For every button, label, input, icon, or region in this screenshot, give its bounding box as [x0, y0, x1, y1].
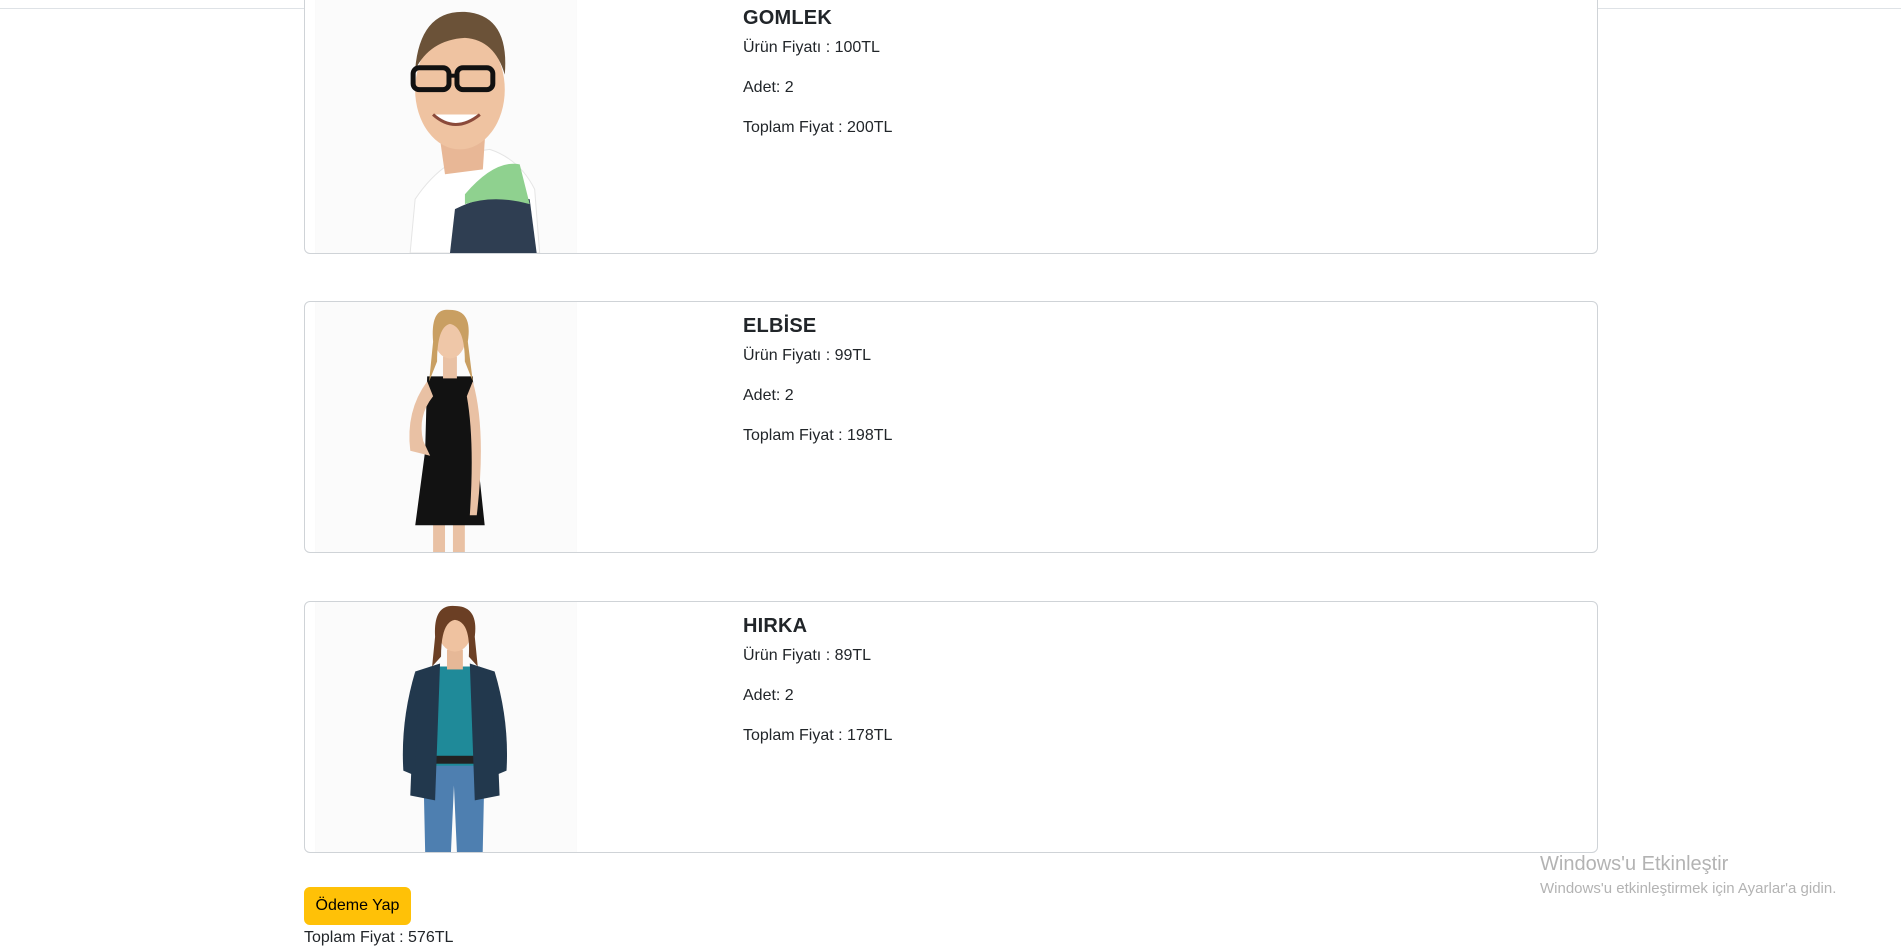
- product-image-hirka: [315, 602, 577, 852]
- product-info-hirka: HIRKA Ürün Fiyatı : 89TL Adet: 2 Toplam …: [743, 615, 892, 767]
- product-total: Toplam Fiyat : 200TL: [743, 119, 893, 136]
- checkout-button[interactable]: Ödeme Yap: [304, 887, 411, 925]
- woman-in-cardigan-photo: [316, 602, 576, 852]
- product-name: ELBİSE: [743, 315, 817, 337]
- watermark-subtitle: Windows'u etkinleştirmek için Ayarlar'a …: [1540, 880, 1837, 897]
- grand-total: Toplam Fiyat : 576TL: [304, 929, 454, 946]
- product-image-gomlek: [315, 0, 577, 253]
- product-price: Ürün Fiyatı : 100TL: [743, 39, 880, 56]
- product-quantity: Adet: 2: [743, 687, 794, 704]
- product-price: Ürün Fiyatı : 99TL: [743, 347, 872, 364]
- product-info-elbise: ELBİSE Ürün Fiyatı : 99TL Adet: 2 Toplam…: [743, 315, 892, 467]
- windows-activation-watermark: Windows'u Etkinleştir Windows'u etkinleş…: [1540, 853, 1836, 897]
- product-name: HIRKA: [743, 615, 808, 637]
- product-price: Ürün Fiyatı : 89TL: [743, 647, 872, 664]
- product-total: Toplam Fiyat : 178TL: [743, 727, 893, 744]
- product-card-elbise: ELBİSE Ürün Fiyatı : 99TL Adet: 2 Toplam…: [304, 301, 1598, 553]
- woman-in-black-dress-photo: [316, 302, 576, 552]
- product-quantity: Adet: 2: [743, 387, 794, 404]
- product-image-elbise: [315, 302, 577, 552]
- watermark-title: Windows'u Etkinleştir: [1540, 853, 1729, 875]
- product-info-gomlek: GOMLEK Ürün Fiyatı : 100TL Adet: 2 Topla…: [743, 7, 892, 159]
- man-with-glasses-photo: [315, 0, 577, 253]
- product-card-hirka: HIRKA Ürün Fiyatı : 89TL Adet: 2 Toplam …: [304, 601, 1598, 853]
- product-quantity: Adet: 2: [743, 79, 794, 96]
- product-total: Toplam Fiyat : 198TL: [743, 427, 893, 444]
- product-name: GOMLEK: [743, 7, 832, 29]
- product-card-gomlek: GOMLEK Ürün Fiyatı : 100TL Adet: 2 Topla…: [304, 0, 1598, 254]
